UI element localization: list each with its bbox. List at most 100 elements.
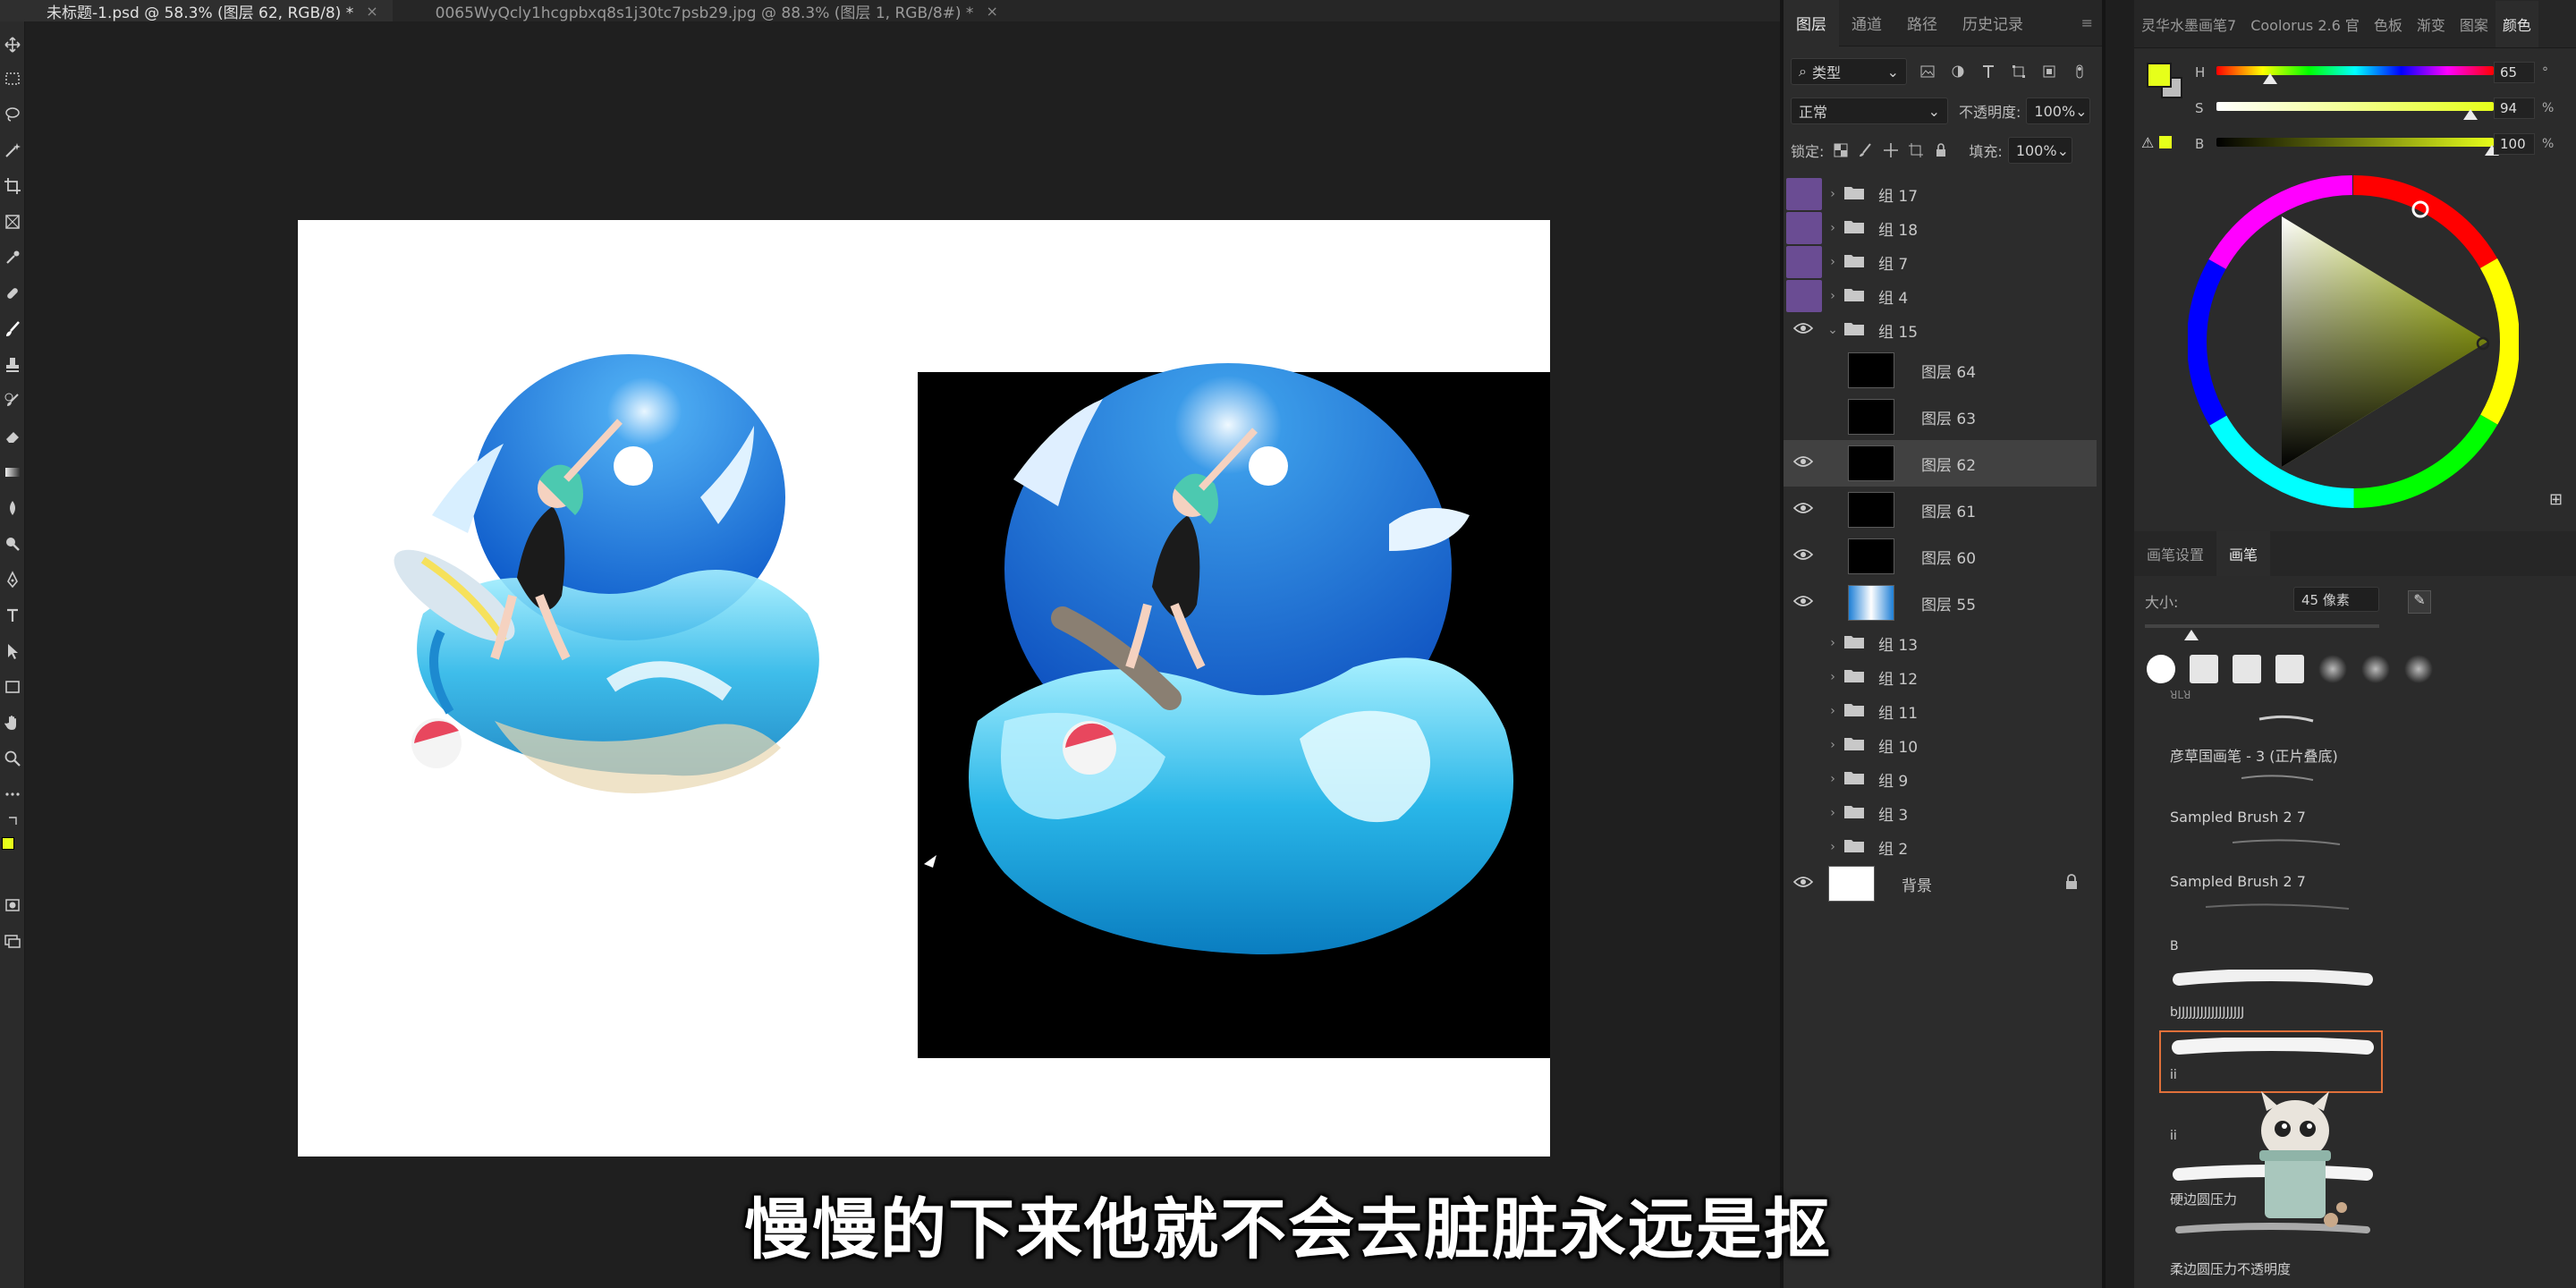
visibility-toggle[interactable] (1784, 177, 1823, 211)
add-panel-icon[interactable]: ⊞ (2549, 490, 2563, 509)
saturation-slider[interactable] (2216, 102, 2494, 111)
layer-row[interactable]: › 组 12 (1784, 660, 2097, 694)
screen-mode-icon[interactable] (2, 930, 23, 952)
doc-tab-jpg[interactable]: 0065WyQcly1hcgpbxq8s1j30tc7psb29.jpg @ 8… (393, 0, 1013, 22)
foreground-color-swatch-front[interactable] (2147, 63, 2172, 88)
brush-item[interactable]: Sampled Brush 2 7 (2170, 873, 2404, 890)
image-filter-icon[interactable] (1918, 62, 1937, 81)
hue-value-input[interactable]: 65 (2494, 62, 2535, 83)
tab-layers[interactable]: 图层 (1784, 0, 1839, 47)
visibility-toggle[interactable] (1784, 796, 1823, 830)
chevron-right-icon[interactable]: › (1823, 840, 1843, 854)
tab-patterns[interactable]: 图案 (2453, 1, 2496, 47)
chevron-right-icon[interactable]: › (1823, 772, 1843, 786)
doc-tab-untitled[interactable]: 未标题-1.psd @ 58.3% (图层 62, RGB/8) * × (0, 0, 393, 22)
brush-item[interactable]: B (2170, 939, 2404, 953)
brush-size-thumb[interactable] (2184, 630, 2199, 640)
saturation-value-input[interactable]: 94 (2494, 97, 2535, 119)
tab-brush-settings[interactable]: 画笔设置 (2134, 531, 2216, 576)
layer-row[interactable]: 图层 62 (1784, 440, 2097, 487)
chevron-right-icon[interactable]: › (1823, 221, 1843, 235)
magic-wand-icon[interactable] (2, 140, 23, 161)
lock-pixels-icon[interactable] (1856, 140, 1876, 160)
smart-object-filter-icon[interactable] (2039, 62, 2059, 81)
layer-row[interactable]: 图层 61 (1784, 487, 2097, 533)
lasso-tool-icon[interactable] (2, 104, 23, 125)
layer-row[interactable]: › 组 3 (1784, 796, 2097, 830)
layer-row[interactable]: 图层 55 (1784, 580, 2097, 626)
visibility-toggle[interactable] (1784, 245, 1823, 279)
hue-slider-thumb[interactable] (2263, 73, 2277, 84)
hand-tool-icon[interactable] (2, 712, 23, 733)
layer-row[interactable]: ⌄ 组 15 (1784, 313, 2097, 347)
visibility-toggle[interactable] (1784, 440, 1823, 487)
brush-item[interactable]: 彦草国画笔 - 3 (正片叠底) (2170, 744, 2404, 766)
brush-preset-2[interactable] (2190, 655, 2218, 683)
visibility-toggle[interactable] (1784, 694, 1823, 728)
zoom-tool-icon[interactable] (2, 748, 23, 769)
saturation-slider-thumb[interactable] (2463, 109, 2478, 120)
gradient-icon[interactable] (2, 462, 23, 483)
layer-row[interactable]: 图层 64 (1784, 347, 2097, 394)
tab-brushes[interactable]: 画笔 (2216, 531, 2271, 576)
healing-brush-icon[interactable] (2, 283, 23, 304)
visibility-toggle[interactable] (1784, 580, 1823, 626)
layer-row[interactable]: › 组 18 (1784, 211, 2097, 245)
visibility-toggle[interactable] (1784, 728, 1823, 762)
tab-channels[interactable]: 通道 (1839, 0, 1894, 47)
blur-tool-icon[interactable] (2, 497, 23, 519)
shape-tool-icon[interactable] (2, 676, 23, 698)
new-brush-icon[interactable]: ✎ (2408, 590, 2431, 614)
tab-coolorus[interactable]: Coolorus 2.6 官 (2243, 1, 2367, 47)
soft-brush-preset-2[interactable] (2361, 655, 2390, 683)
tab-color[interactable]: 颜色 (2495, 0, 2538, 47)
tab-swatches[interactable]: 色板 (2367, 1, 2410, 47)
visibility-toggle[interactable] (1784, 626, 1823, 660)
visibility-toggle[interactable] (1784, 864, 1823, 903)
visibility-toggle[interactable] (1784, 660, 1823, 694)
pen-tool-icon[interactable] (2, 569, 23, 590)
chevron-right-icon[interactable]: › (1823, 738, 1843, 752)
visibility-toggle[interactable] (1784, 211, 1823, 245)
layer-row[interactable]: 图层 60 (1784, 533, 2097, 580)
layer-row[interactable]: › 组 10 (1784, 728, 2097, 762)
hue-slider[interactable] (2216, 66, 2494, 75)
close-icon[interactable]: × (986, 3, 997, 20)
fill-input[interactable]: 100% ⌄ (2007, 137, 2072, 164)
adjustment-filter-icon[interactable] (1948, 62, 1968, 81)
lock-artboard-icon[interactable] (1906, 140, 1926, 160)
dodge-tool-icon[interactable] (2, 533, 23, 555)
tab-history[interactable]: 历史记录 (1950, 0, 2036, 47)
marquee-tool-icon[interactable] (2, 68, 23, 89)
document-canvas[interactable] (298, 220, 1550, 1157)
visibility-toggle[interactable] (1784, 279, 1823, 313)
opacity-input[interactable]: 100% ⌄ (2026, 97, 2091, 124)
chevron-right-icon[interactable]: › (1823, 670, 1843, 684)
foreground-color-swatch[interactable] (2, 837, 14, 850)
visibility-toggle[interactable] (1784, 313, 1823, 347)
type-tool-icon[interactable] (2, 605, 23, 626)
quick-mask-icon[interactable] (2, 894, 23, 916)
chevron-right-icon[interactable]: › (1823, 636, 1843, 650)
lock-icon[interactable] (2064, 873, 2079, 894)
chevron-right-icon[interactable]: › (1823, 289, 1843, 303)
visibility-toggle[interactable] (1784, 487, 1823, 533)
visibility-toggle[interactable] (1784, 762, 1823, 796)
chevron-right-icon[interactable]: › (1823, 704, 1843, 718)
brush-tool-icon[interactable] (2, 318, 23, 340)
gamut-swatch[interactable] (2159, 136, 2172, 148)
filter-toggle-icon[interactable] (2070, 62, 2089, 81)
visibility-toggle[interactable] (1784, 347, 1823, 394)
brush-size-input[interactable]: 45 像素 (2293, 587, 2379, 612)
tab-paths[interactable]: 路径 (1894, 0, 1950, 47)
layer-row[interactable]: › 组 4 (1784, 279, 2097, 313)
frame-tool-icon[interactable] (2, 211, 23, 233)
blend-mode-select[interactable]: 正常 ⌄ (1791, 97, 1948, 124)
more-tools-icon[interactable] (2, 784, 23, 805)
brush-preset-3[interactable] (2233, 655, 2261, 683)
brush-item[interactable]: ii (2170, 1068, 2404, 1082)
close-icon[interactable]: × (366, 3, 377, 20)
brightness-value-input[interactable]: 100 (2494, 133, 2535, 155)
shape-filter-icon[interactable] (2009, 62, 2029, 81)
layer-row[interactable]: 图层 63 (1784, 394, 2097, 440)
